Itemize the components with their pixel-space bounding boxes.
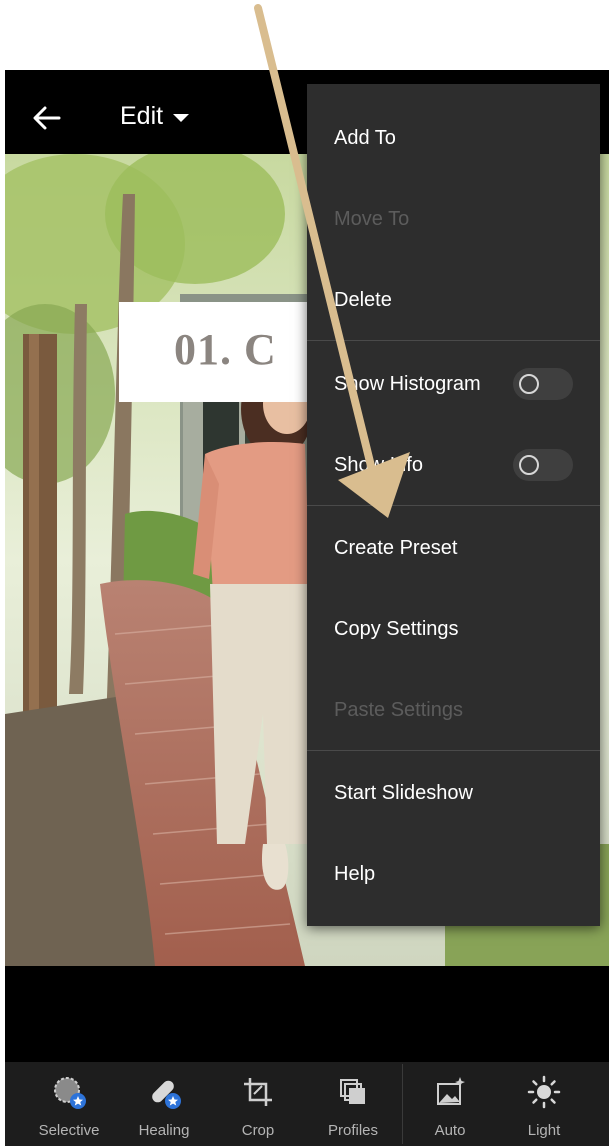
menu-divider [307, 750, 600, 751]
menu-item-label: Delete [334, 288, 392, 311]
title-card-text: 01. C [174, 325, 277, 374]
tool-label: Auto [434, 1122, 466, 1139]
toggle-knob [519, 374, 539, 394]
profiles-icon [340, 1079, 365, 1104]
menu-item-label: Create Preset [334, 536, 458, 559]
tool-light[interactable]: Light [499, 1062, 589, 1146]
tool-auto[interactable]: Auto [405, 1062, 495, 1146]
menu-item-label: Add To [334, 126, 396, 149]
tool-selective[interactable]: Selective [24, 1062, 114, 1146]
tool-healing[interactable]: Healing [119, 1062, 209, 1146]
menu-item-label: Paste Settings [334, 698, 463, 721]
healing-icon [152, 1080, 181, 1109]
auto-icon [437, 1077, 465, 1105]
menu-item-start-slideshow[interactable]: Start Slideshow [307, 761, 600, 825]
menu-item-label: Move To [334, 207, 410, 230]
title-card: 01. C [119, 302, 319, 402]
menu-divider [307, 505, 600, 506]
menu-item-label: Show Histogram [334, 372, 481, 395]
histogram-toggle[interactable] [513, 368, 573, 400]
toolbar-separator [402, 1064, 403, 1144]
info-toggle[interactable] [513, 449, 573, 481]
menu-item-show-histogram[interactable]: Show Histogram [307, 352, 600, 416]
tool-label: Selective [38, 1122, 100, 1139]
tool-crop[interactable]: Crop [213, 1062, 303, 1146]
menu-item-label: Show Info [334, 453, 423, 476]
menu-item-label: Start Slideshow [334, 781, 473, 804]
menu-item-label: Copy Settings [334, 617, 459, 640]
caret-down-icon [173, 113, 190, 122]
app-screen: Edit 01. C Add To Move To Delete Show Hi… [5, 70, 609, 1146]
selective-icon [54, 1077, 86, 1109]
crop-icon [244, 1078, 272, 1106]
light-icon [527, 1075, 561, 1109]
menu-divider [307, 340, 600, 341]
tool-bar: Selective Healing Crop Profiles Auto Lig… [5, 1062, 609, 1146]
tool-label: Light [527, 1122, 561, 1139]
tool-profiles[interactable]: Profiles [308, 1062, 398, 1146]
toggle-knob [519, 455, 539, 475]
tool-label: Healing [138, 1122, 190, 1139]
tool-label: Crop [241, 1122, 275, 1139]
edit-title: Edit [120, 102, 164, 130]
menu-item-copy-settings[interactable]: Copy Settings [307, 597, 600, 661]
overflow-menu: Add To Move To Delete Show Histogram Sho… [307, 84, 600, 926]
menu-item-delete[interactable]: Delete [307, 268, 600, 332]
menu-item-paste-settings: Paste Settings [307, 678, 600, 742]
edit-menu-dropdown[interactable]: Edit [120, 102, 190, 131]
menu-item-create-preset[interactable]: Create Preset [307, 516, 600, 580]
tool-label: Profiles [327, 1122, 379, 1139]
menu-item-add-to[interactable]: Add To [307, 106, 600, 170]
menu-item-label: Help [334, 862, 376, 885]
menu-item-show-info[interactable]: Show Info [307, 433, 600, 497]
arrow-left-icon[interactable] [29, 100, 65, 136]
menu-item-move-to: Move To [307, 187, 600, 251]
menu-item-help[interactable]: Help [307, 842, 600, 906]
